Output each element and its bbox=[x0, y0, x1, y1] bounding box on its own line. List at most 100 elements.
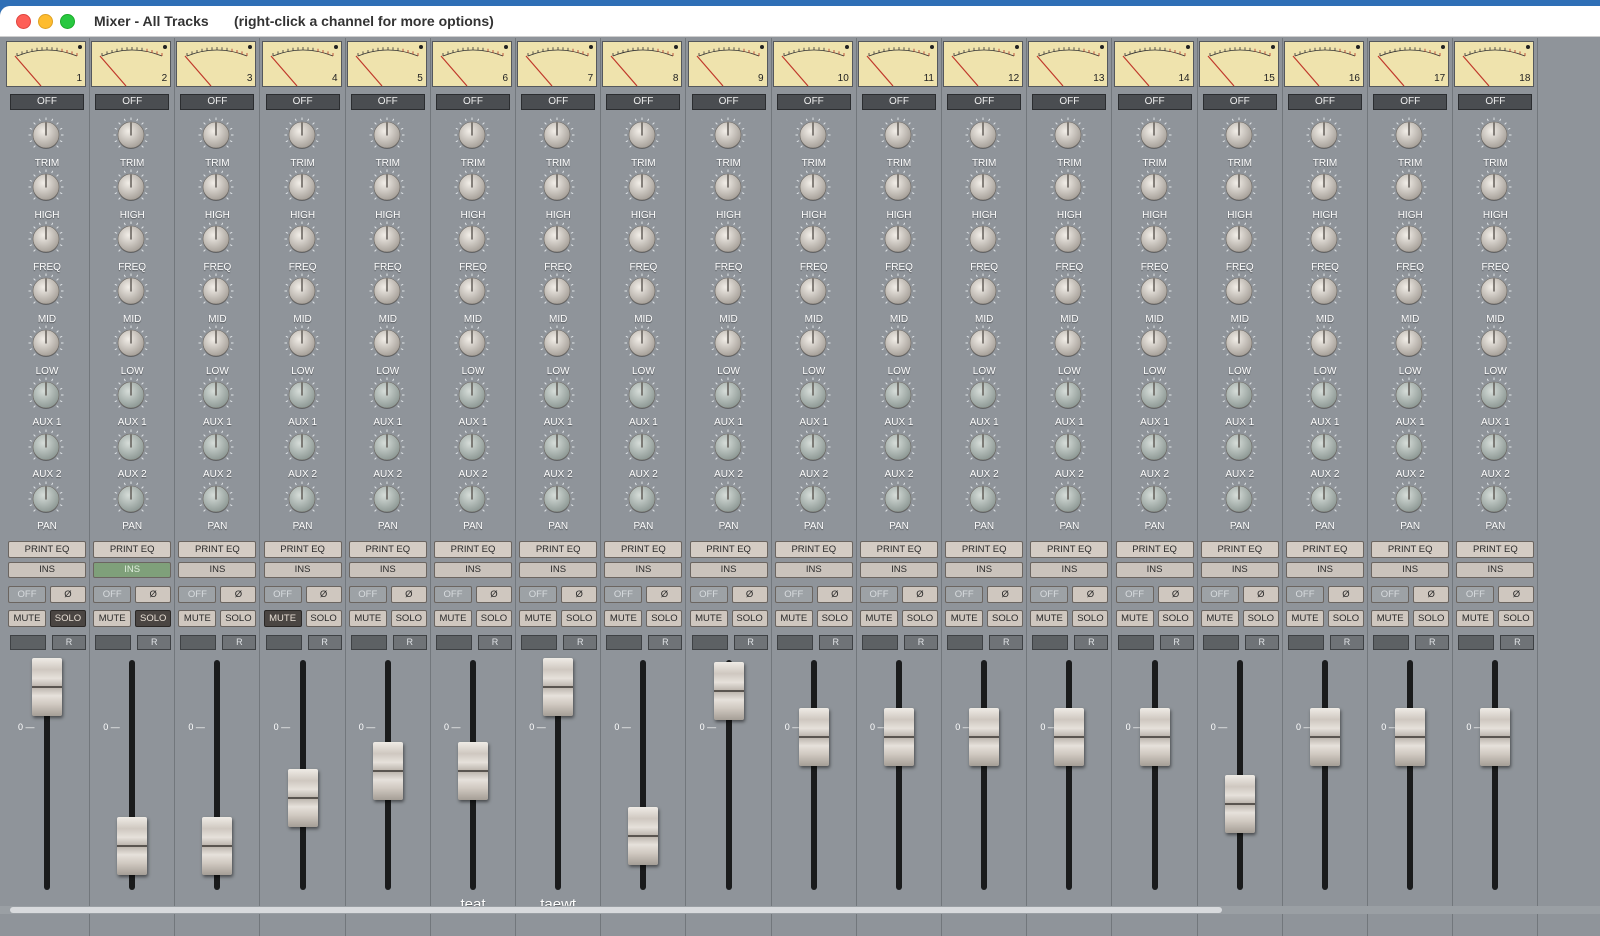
knob-freq[interactable] bbox=[198, 221, 234, 257]
input-off-button[interactable]: OFF bbox=[1373, 94, 1448, 110]
knob-mid[interactable] bbox=[1050, 273, 1086, 309]
fader-track[interactable] bbox=[981, 660, 988, 890]
volume-fader[interactable] bbox=[798, 708, 829, 766]
knob-mid[interactable] bbox=[1306, 273, 1342, 309]
phase-invert-button[interactable]: Ø bbox=[1328, 586, 1364, 603]
volume-fader[interactable] bbox=[969, 708, 1000, 766]
knob-aux-1[interactable] bbox=[1136, 377, 1172, 413]
knob-aux-1[interactable] bbox=[965, 377, 1001, 413]
knob-pan[interactable] bbox=[198, 481, 234, 517]
record-arm-button[interactable]: R bbox=[1330, 635, 1364, 650]
knob-aux-1[interactable] bbox=[454, 377, 490, 413]
monitor-button[interactable] bbox=[606, 635, 643, 650]
knob-mid[interactable] bbox=[1136, 273, 1172, 309]
volume-fader[interactable] bbox=[1480, 708, 1511, 766]
knob-freq[interactable] bbox=[624, 221, 660, 257]
knob-aux-2[interactable] bbox=[454, 429, 490, 465]
input-off-button[interactable]: OFF bbox=[947, 94, 1022, 110]
knob-high[interactable] bbox=[1306, 169, 1342, 205]
solo-button[interactable]: SOLO bbox=[1157, 610, 1194, 627]
knob-trim[interactable] bbox=[454, 117, 490, 153]
knob-pan[interactable] bbox=[624, 481, 660, 517]
knob-aux-2[interactable] bbox=[369, 429, 405, 465]
knob-pan[interactable] bbox=[965, 481, 1001, 517]
knob-trim[interactable] bbox=[113, 117, 149, 153]
knob-low[interactable] bbox=[198, 325, 234, 361]
input-off-button[interactable]: OFF bbox=[265, 94, 340, 110]
mute-button[interactable]: MUTE bbox=[1200, 610, 1239, 627]
mute-button[interactable]: MUTE bbox=[1286, 610, 1324, 627]
knob-aux-1[interactable] bbox=[795, 377, 831, 413]
insert-button[interactable]: INS bbox=[178, 562, 257, 578]
knob-pan[interactable] bbox=[1050, 481, 1086, 517]
solo-button[interactable]: SOLO bbox=[646, 610, 683, 627]
knob-high[interactable] bbox=[710, 169, 746, 205]
solo-button[interactable]: SOLO bbox=[987, 610, 1024, 627]
knob-mid[interactable] bbox=[198, 273, 234, 309]
monitor-button[interactable] bbox=[1458, 635, 1495, 650]
solo-button[interactable]: SOLO bbox=[1072, 610, 1109, 627]
knob-trim[interactable] bbox=[624, 117, 660, 153]
monitor-button[interactable] bbox=[691, 635, 728, 650]
knob-high[interactable] bbox=[624, 169, 660, 205]
phase-invert-button[interactable]: Ø bbox=[1413, 586, 1450, 603]
solo-button[interactable]: SOLO bbox=[1498, 610, 1535, 627]
knob-high[interactable] bbox=[880, 169, 916, 205]
knob-pan[interactable] bbox=[284, 481, 320, 517]
input-off-button[interactable]: OFF bbox=[691, 94, 766, 110]
knob-mid[interactable] bbox=[369, 273, 405, 309]
off-toggle-button[interactable]: OFF bbox=[1030, 586, 1069, 603]
off-toggle-button[interactable]: OFF bbox=[519, 586, 558, 603]
knob-low[interactable] bbox=[624, 325, 660, 361]
record-arm-button[interactable]: R bbox=[818, 635, 853, 650]
knob-aux-2[interactable] bbox=[965, 429, 1001, 465]
knob-trim[interactable] bbox=[1476, 117, 1512, 153]
phase-invert-button[interactable]: Ø bbox=[1242, 586, 1279, 603]
mute-button[interactable]: MUTE bbox=[1371, 610, 1410, 627]
knob-low[interactable] bbox=[1306, 325, 1342, 361]
record-arm-button[interactable]: R bbox=[563, 635, 598, 650]
monitor-button[interactable] bbox=[436, 635, 472, 650]
insert-button[interactable]: INS bbox=[689, 562, 768, 578]
phase-invert-button[interactable]: Ø bbox=[1072, 586, 1109, 603]
horizontal-scrollbar[interactable] bbox=[0, 906, 1600, 914]
print-eq-button[interactable]: PRINT EQ bbox=[860, 541, 938, 558]
input-off-button[interactable]: OFF bbox=[95, 94, 170, 110]
knob-aux-2[interactable] bbox=[880, 429, 916, 465]
knob-freq[interactable] bbox=[1476, 221, 1512, 257]
insert-button[interactable]: INS bbox=[93, 562, 172, 578]
knob-high[interactable] bbox=[284, 169, 320, 205]
knob-pan[interactable] bbox=[1306, 481, 1342, 517]
fader-track[interactable] bbox=[1322, 660, 1328, 890]
knob-aux-2[interactable] bbox=[624, 429, 660, 465]
volume-fader[interactable] bbox=[543, 658, 574, 716]
knob-pan[interactable] bbox=[454, 481, 490, 517]
monitor-button[interactable] bbox=[1373, 635, 1410, 650]
mute-button[interactable]: MUTE bbox=[604, 610, 643, 627]
knob-aux-2[interactable] bbox=[1050, 429, 1086, 465]
off-toggle-button[interactable]: OFF bbox=[689, 586, 728, 603]
knob-high[interactable] bbox=[1050, 169, 1086, 205]
mute-button[interactable]: MUTE bbox=[178, 610, 217, 627]
knob-mid[interactable] bbox=[1391, 273, 1427, 309]
knob-freq[interactable] bbox=[1050, 221, 1086, 257]
record-arm-button[interactable]: R bbox=[1500, 635, 1535, 650]
print-eq-button[interactable]: PRINT EQ bbox=[178, 541, 257, 558]
print-eq-button[interactable]: PRINT EQ bbox=[604, 541, 683, 558]
knob-high[interactable] bbox=[539, 169, 575, 205]
knob-trim[interactable] bbox=[710, 117, 746, 153]
knob-trim[interactable] bbox=[1050, 117, 1086, 153]
phase-invert-button[interactable]: Ø bbox=[816, 586, 853, 603]
knob-freq[interactable] bbox=[880, 221, 916, 257]
knob-mid[interactable] bbox=[539, 273, 575, 309]
knob-high[interactable] bbox=[28, 169, 64, 205]
knob-low[interactable] bbox=[965, 325, 1001, 361]
record-arm-button[interactable]: R bbox=[52, 635, 86, 650]
knob-low[interactable] bbox=[113, 325, 149, 361]
knob-pan[interactable] bbox=[710, 481, 746, 517]
volume-fader[interactable] bbox=[117, 817, 148, 875]
knob-high[interactable] bbox=[965, 169, 1001, 205]
knob-aux-1[interactable] bbox=[1391, 377, 1427, 413]
input-off-button[interactable]: OFF bbox=[180, 94, 255, 110]
knob-trim[interactable] bbox=[880, 117, 916, 153]
